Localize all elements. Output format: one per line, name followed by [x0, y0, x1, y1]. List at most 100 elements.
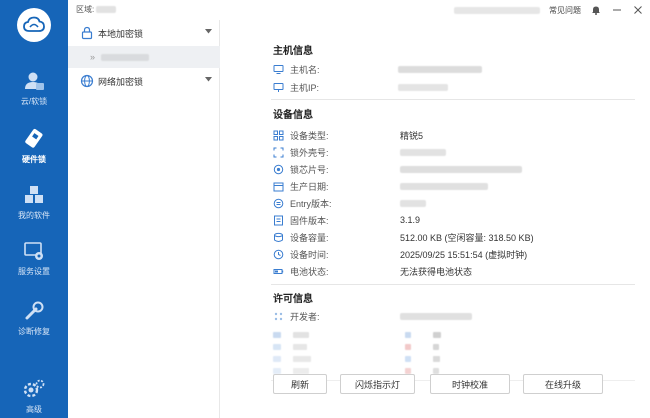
calendar-icon: [273, 181, 284, 192]
scan-icon: [273, 147, 284, 158]
chip-number-label: 锁芯片号:: [290, 164, 329, 175]
device-time-value: 2025/09/25 15:51:54 (虚拟时钟): [400, 249, 528, 260]
storage-icon: [273, 232, 284, 243]
region-label: 区域:: [76, 5, 95, 14]
battery-status-value: 无法获得电池状态: [400, 266, 473, 277]
wrench-icon: [25, 301, 44, 319]
faq-link[interactable]: 常见问题: [549, 5, 581, 16]
device-capacity-row: 设备容量: 512.00 KB (空闲容量: 318.50 KB): [273, 230, 633, 244]
tree-item-network-lock[interactable]: 网络加密锁: [68, 68, 220, 94]
shell-number-row: 锁外壳号:: [273, 145, 633, 159]
app-logo: [17, 8, 51, 42]
shell-number-label: 锁外壳号:: [290, 147, 329, 158]
monitor-icon: [273, 64, 284, 75]
online-upgrade-button[interactable]: 在线升级: [523, 374, 603, 394]
globe-icon: [80, 74, 94, 88]
nav-label-cloud-lock: 云/软锁: [20, 96, 48, 106]
developer-redacted: [400, 312, 472, 320]
entry-version-label: Entry版本:: [290, 198, 332, 209]
cloud-logo-icon: [23, 16, 45, 32]
device-capacity-value: 512.00 KB (空闲容量: 318.50 KB): [400, 232, 534, 243]
top-bar: 区域: 常见问题: [68, 0, 650, 20]
close-icon[interactable]: [632, 4, 644, 16]
refresh-button[interactable]: 刷新: [273, 374, 327, 394]
tree-item-selected-lock[interactable]: »: [68, 46, 220, 68]
sub-item-arrow: »: [90, 52, 96, 62]
nav-item-service-settings[interactable]: 服务设置: [0, 230, 68, 286]
dots-icon: [273, 311, 284, 322]
license-info-title: 许可信息: [273, 294, 313, 305]
nav-label-advanced: 高级: [26, 404, 42, 414]
host-ip-row: 主机IP:: [273, 80, 633, 94]
entry-version-redacted: [400, 199, 426, 207]
host-name-redacted: [398, 65, 482, 73]
clock-sync-button[interactable]: 时钟校准: [430, 374, 510, 394]
nav-item-diagnose-repair[interactable]: 诊断修复: [0, 290, 68, 346]
lock-tree-panel: 本地加密锁 » 网络加密锁: [68, 20, 220, 418]
device-type-row: 设备类型: 精锐5: [273, 128, 633, 142]
lock-id-redacted: [101, 53, 150, 61]
developer-label: 开发者:: [290, 311, 320, 322]
minimize-icon[interactable]: [611, 4, 623, 16]
host-ip-redacted: [398, 83, 448, 91]
cloud-user-icon: [25, 72, 44, 90]
usb-key-icon: [25, 128, 43, 148]
nav-label-hardware-lock: 硬件锁: [22, 154, 46, 164]
nav-label-service-settings: 服务设置: [18, 266, 50, 276]
cubes-icon: [25, 185, 43, 203]
device-info-title: 设备信息: [273, 110, 313, 121]
chevron-down-icon: [205, 29, 212, 34]
account-info-redacted: [454, 6, 540, 14]
entry-version-row: Entry版本:: [273, 196, 633, 210]
nav-item-my-software[interactable]: 我的软件: [0, 174, 68, 230]
lock-icon: [81, 26, 93, 40]
gear-icon: [23, 379, 45, 397]
chip-number-row: 锁芯片号:: [273, 162, 633, 176]
production-date-label: 生产日期:: [290, 181, 329, 192]
left-nav: 云/软锁 硬件锁 我的软件 服务设置 诊断修复 高级: [0, 0, 68, 418]
top-right-controls: 常见问题: [454, 3, 644, 17]
nav-item-cloud-lock[interactable]: 云/软锁: [0, 60, 68, 116]
firmware-icon: [273, 215, 284, 226]
nav-label-my-software: 我的软件: [18, 210, 50, 220]
nav-label-diagnose-repair: 诊断修复: [18, 326, 50, 336]
tree-item-local-lock[interactable]: 本地加密锁: [68, 20, 220, 46]
host-info-title: 主机信息: [273, 46, 313, 57]
nav-item-advanced[interactable]: 高级: [0, 368, 68, 418]
firmware-version-value: 3.1.9: [400, 215, 421, 225]
host-name-label: 主机名:: [290, 64, 320, 75]
service-settings-icon: [24, 241, 43, 260]
battery-status-label: 电池状态:: [290, 266, 329, 277]
firmware-version-label: 固件版本:: [290, 215, 329, 226]
production-date-redacted: [400, 182, 488, 190]
chip-number-redacted: [400, 165, 522, 173]
tree-label-local-lock: 本地加密锁: [98, 28, 144, 39]
production-date-row: 生产日期:: [273, 179, 633, 193]
chip-icon: [273, 164, 284, 175]
chevron-down-icon: [205, 77, 212, 82]
nav-item-hardware-lock[interactable]: 硬件锁: [0, 118, 68, 174]
battery-icon: [273, 266, 284, 277]
section-divider: [271, 99, 635, 100]
section-divider: [271, 284, 635, 285]
battery-status-row: 电池状态: 无法获得电池状态: [273, 264, 633, 278]
region-selector[interactable]: 区域:: [76, 4, 117, 15]
network-icon: [273, 82, 284, 93]
shell-number-redacted: [400, 148, 446, 156]
region-value-redacted: [96, 6, 117, 13]
developer-row: 开发者:: [273, 309, 633, 323]
device-type-label: 设备类型:: [290, 130, 329, 141]
device-time-label: 设备时间:: [290, 249, 329, 260]
grid-icon: [273, 130, 284, 141]
app-window: 云/软锁 硬件锁 我的软件 服务设置 诊断修复 高级 区域: 常见问题 本地加密…: [0, 0, 650, 418]
device-capacity-label: 设备容量:: [290, 232, 329, 243]
blink-indicator-button[interactable]: 闪烁指示灯: [340, 374, 415, 394]
host-name-row: 主机名:: [273, 62, 633, 76]
document-icon: [273, 198, 284, 209]
clock-icon: [273, 249, 284, 260]
license-list-redacted: [273, 332, 633, 376]
firmware-version-row: 固件版本: 3.1.9: [273, 213, 633, 227]
bell-icon[interactable]: [590, 4, 602, 16]
device-time-row: 设备时间: 2025/09/25 15:51:54 (虚拟时钟): [273, 247, 633, 261]
host-ip-label: 主机IP:: [290, 82, 320, 93]
